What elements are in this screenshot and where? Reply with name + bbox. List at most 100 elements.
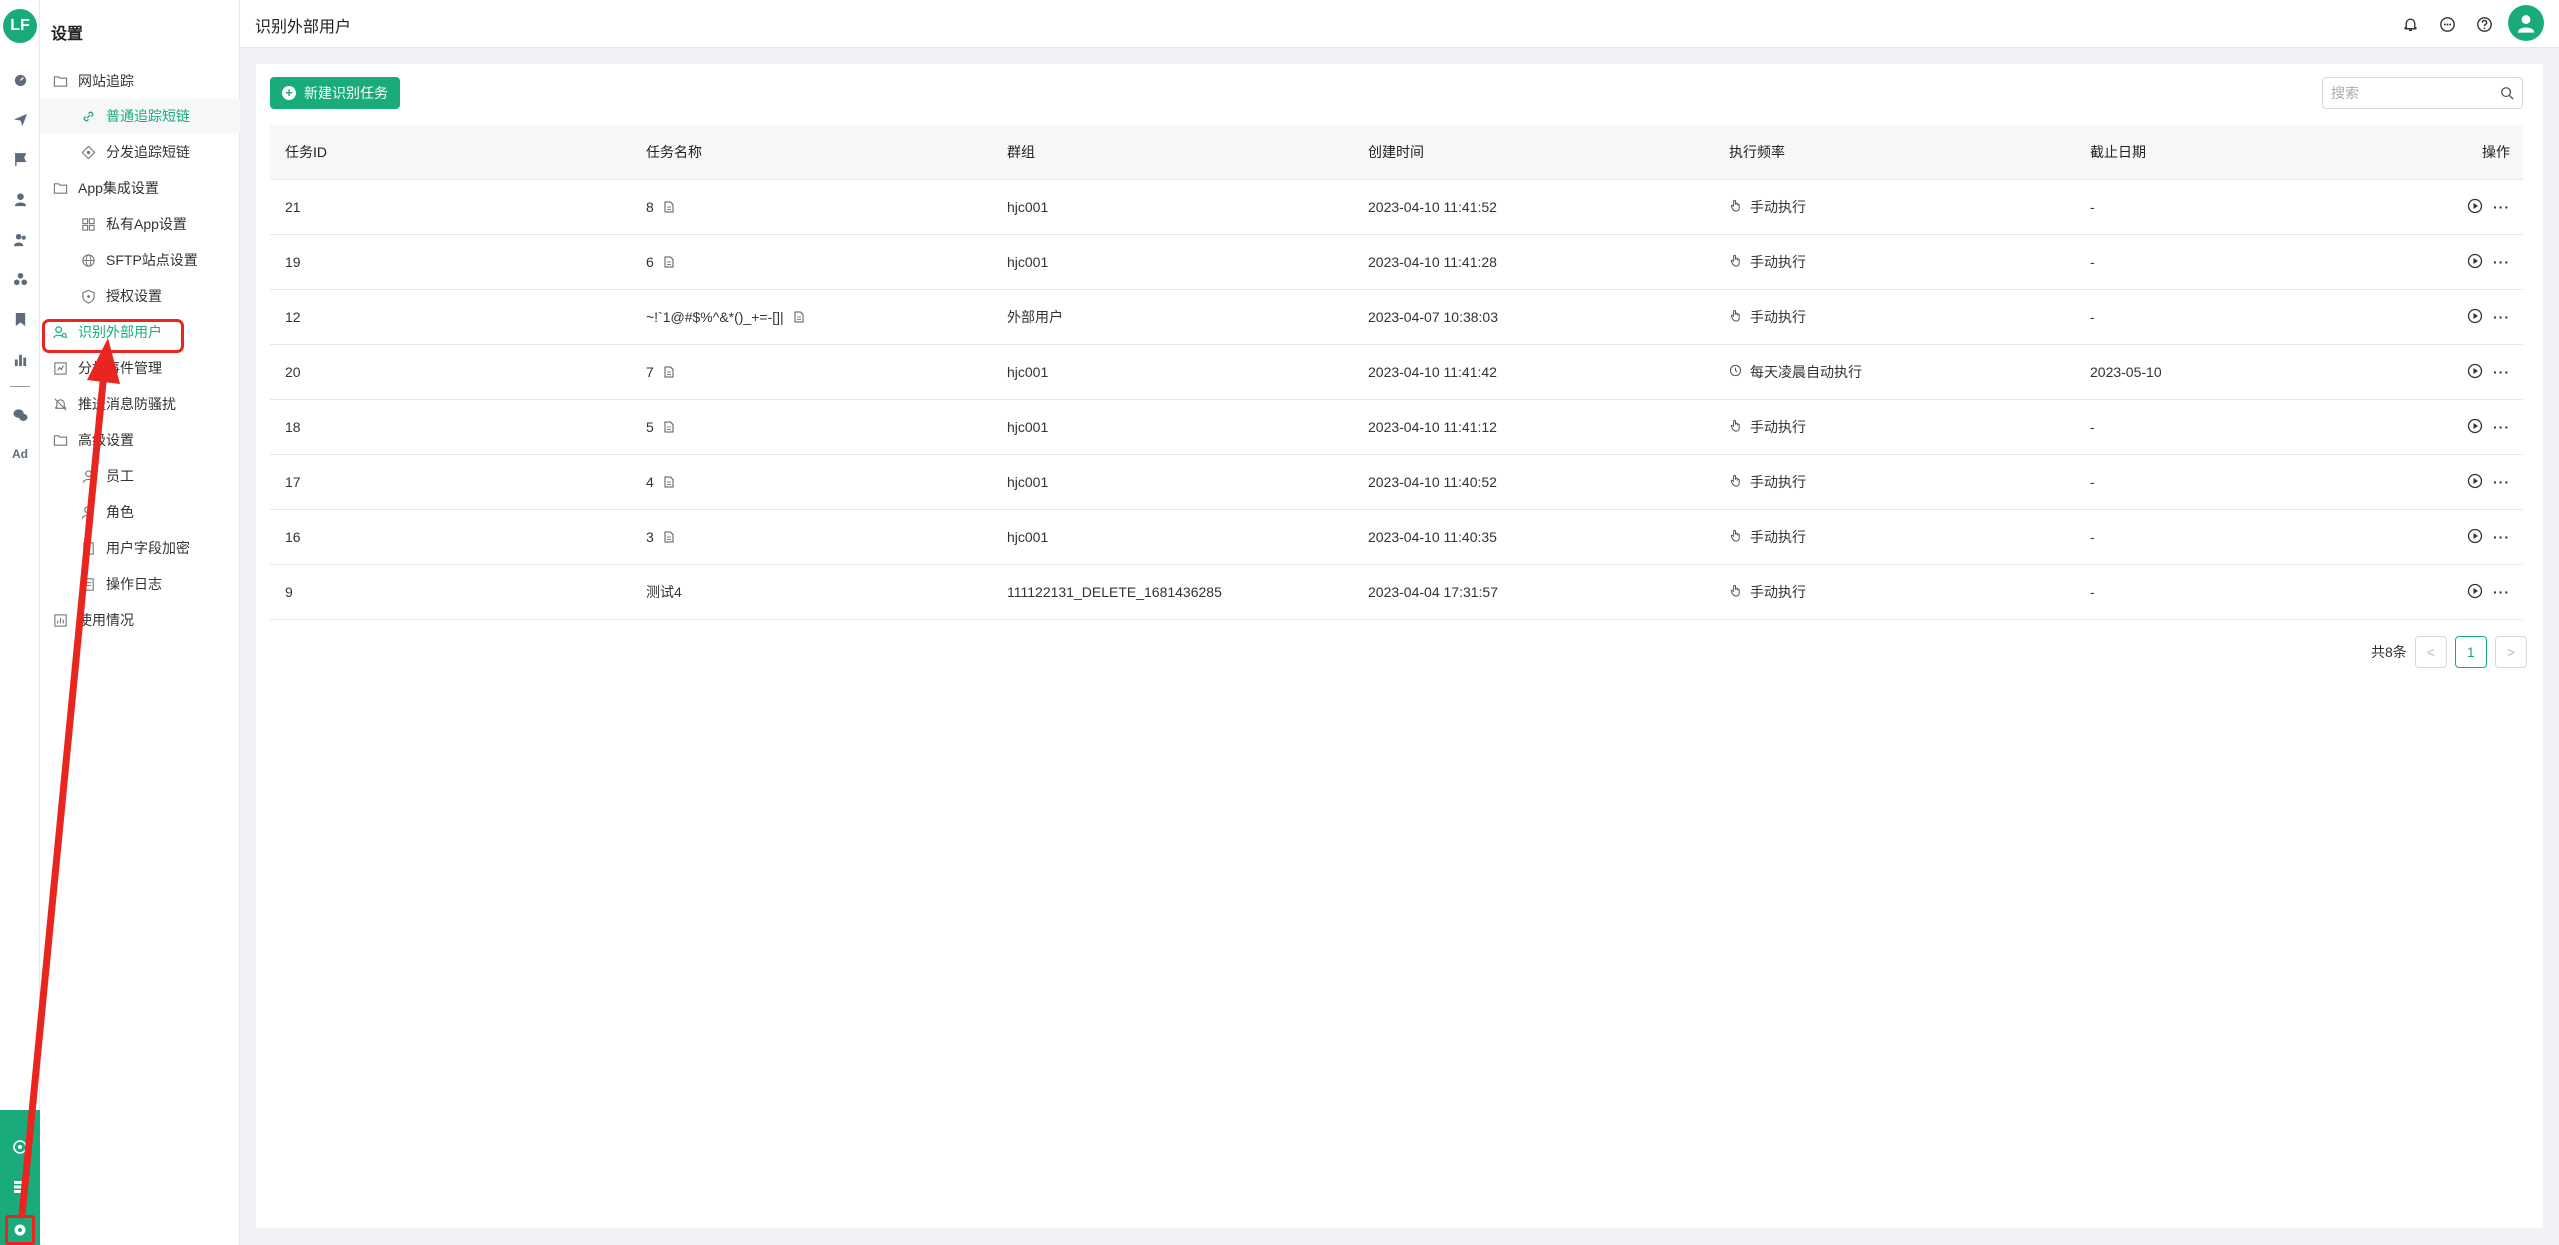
table-row[interactable]: 12 ~!`1@#$%^&*()_+=-[]| 外部用户 2023-04-07 10:… [270,290,2523,345]
cell-task-name: 6 [631,254,992,270]
page-1-button[interactable]: 1 [2454,636,2487,668]
table-row[interactable]: 17 4 hjc001 2023-04-10 11:40:52 手动执行 - ··· [270,455,2523,510]
cell-task-id: 19 [285,254,301,270]
usage-icon [52,612,68,628]
task-name-text: 6 [646,254,654,270]
cell-actions: ··· [2436,583,2523,602]
run-play-icon[interactable] [2467,363,2483,382]
ad-icon[interactable]: Ad [8,447,32,461]
sidebar-item-role[interactable]: 角色 [40,495,240,529]
sidebar-item-website-tracking[interactable]: 网站追踪 [40,64,240,98]
sidebar-item-usage[interactable]: 使用情况 [40,603,240,637]
sidebar-item-private-app[interactable]: 私有App设置 [40,207,240,241]
more-actions-icon[interactable]: ··· [2493,529,2510,545]
run-play-icon[interactable] [2467,198,2483,217]
table-row[interactable]: 16 3 hjc001 2023-04-10 11:40:35 手动执行 - ··· [270,510,2523,565]
bookmark-icon[interactable] [11,310,29,328]
hand-icon [1729,254,1750,270]
table-row[interactable]: 21 8 hjc001 2023-04-10 11:41:52 手动执行 - ··· [270,180,2523,235]
sidebar-item-label: SFTP站点设置 [106,252,198,268]
apps-grid-icon [80,216,96,232]
prev-page-button[interactable]: < [2414,636,2447,668]
table-row[interactable]: 19 6 hjc001 2023-04-10 11:41:28 手动执行 - ··· [270,235,2523,290]
table-row[interactable]: 9 测试4 111122131_DELETE_1681436285 2023-04-0… [270,565,2523,620]
bell-icon[interactable] [2399,13,2421,35]
col-header-deadline: 截止日期 [2090,144,2146,160]
run-play-icon[interactable] [2467,528,2483,547]
document-icon[interactable] [664,255,674,268]
cell-task-name: 测试4 [631,582,992,602]
more-actions-icon[interactable]: ··· [2493,254,2510,270]
wechat-icon[interactable] [11,406,29,424]
search-icon[interactable] [2500,86,2514,100]
folder-icon [52,73,68,89]
document-icon[interactable] [664,475,674,488]
app-logo[interactable]: LF [3,9,37,43]
new-task-button[interactable]: + 新建识别任务 [270,77,400,109]
sidebar-item-app-integration[interactable]: App集成设置 [40,171,240,205]
more-actions-icon[interactable]: ··· [2493,419,2510,435]
sidebar-item-push-antispam[interactable]: 推送消息防骚扰 [40,387,240,421]
sidebar-item-event-manage[interactable]: 分析事件管理 [40,351,240,385]
sidebar-item-op-log[interactable]: 操作日志 [40,567,240,601]
frequency-text: 手动执行 [1750,529,1806,545]
users-icon[interactable] [11,230,29,248]
cell-created-time: 2023-04-10 11:40:52 [1368,474,1497,490]
more-actions-icon[interactable]: ··· [2493,364,2510,380]
settings-gear-icon[interactable] [5,1215,35,1245]
document-icon[interactable] [664,530,674,543]
run-play-icon[interactable] [2467,583,2483,602]
folder-icon [52,432,68,448]
sidebar-item-label: 私有App设置 [106,216,187,232]
cell-deadline: - [2090,474,2095,490]
flag-icon[interactable] [11,150,29,168]
document-icon[interactable] [664,365,674,378]
document-icon[interactable] [664,420,674,433]
cell-actions: ··· [2436,198,2523,217]
user-icon [80,468,96,484]
run-play-icon[interactable] [2467,253,2483,272]
cell-deadline: 2023-05-10 [2090,364,2162,380]
database-icon[interactable] [10,1177,30,1197]
run-play-icon[interactable] [2467,308,2483,327]
sidebar-item-advanced[interactable]: 高级设置 [40,423,240,457]
more-actions-icon[interactable]: ··· [2493,584,2510,600]
cluster-icon[interactable] [11,270,29,288]
search-box[interactable] [2322,77,2523,109]
message-icon[interactable] [2436,13,2458,35]
table-row[interactable]: 18 5 hjc001 2023-04-10 11:41:12 手动执行 - ··· [270,400,2523,455]
sidebar-item-sftp[interactable]: SFTP站点设置 [40,243,240,277]
sidebar-item-auth[interactable]: 授权设置 [40,279,240,313]
frequency-text: 手动执行 [1750,199,1806,215]
sidebar-item-distribute-link[interactable]: 分发追踪短链 [40,135,240,169]
document-icon[interactable] [794,310,804,323]
avatar[interactable] [2508,5,2544,41]
integration-icon[interactable] [10,1137,30,1157]
run-play-icon[interactable] [2467,473,2483,492]
cell-frequency: 手动执行 [1714,472,2075,492]
cell-frequency: 手动执行 [1714,252,2075,272]
sidebar-item-field-encrypt[interactable]: 用户字段加密 [40,531,240,565]
search-input[interactable] [2323,78,2493,108]
run-play-icon[interactable] [2467,418,2483,437]
settings-sidebar: 设置 网站追踪 普通追踪短链 分发追踪短链 App集成设置 私有App设置 SF… [40,0,240,1245]
sidebar-item-label: 用户字段加密 [106,540,190,556]
help-icon[interactable] [2473,13,2495,35]
dashboard-icon[interactable] [11,70,29,88]
sidebar-item-normal-link[interactable]: 普通追踪短链 [40,99,240,133]
frequency-text: 手动执行 [1750,474,1806,490]
more-actions-icon[interactable]: ··· [2493,309,2510,325]
bar-chart-icon[interactable] [11,350,29,368]
more-actions-icon[interactable]: ··· [2493,474,2510,490]
cell-task-name: 3 [631,529,992,545]
send-icon[interactable] [11,110,29,128]
cell-task-name: 5 [631,419,992,435]
next-page-button[interactable]: > [2494,636,2527,668]
sidebar-item-staff[interactable]: 员工 [40,459,240,493]
more-actions-icon[interactable]: ··· [2493,199,2510,215]
user-icon[interactable] [11,190,29,208]
document-icon[interactable] [664,200,674,213]
cell-deadline: - [2090,529,2095,545]
sidebar-item-label: 分发追踪短链 [106,144,190,160]
table-row[interactable]: 20 7 hjc001 2023-04-10 11:41:42 每天凌晨自动执行 2023… [270,345,2523,400]
